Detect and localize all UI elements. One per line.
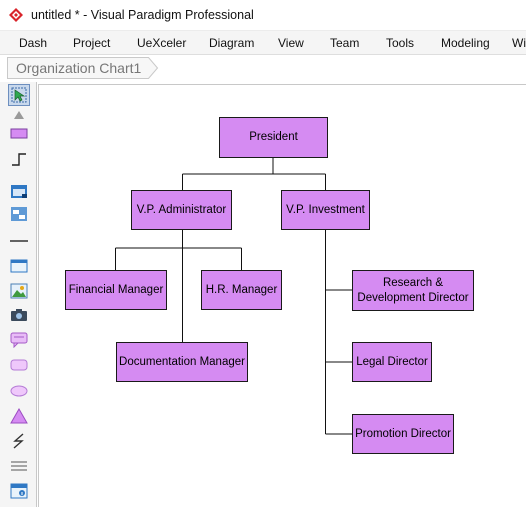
- menu-bar: Dash Project UeXceler Diagram View Team …: [0, 31, 526, 55]
- image-icon[interactable]: [8, 280, 30, 302]
- selector-tool-icon[interactable]: [8, 84, 30, 106]
- menu-uexceler[interactable]: UeXceler: [137, 36, 186, 50]
- callout-icon[interactable]: [8, 329, 30, 351]
- menu-dash[interactable]: Dash: [19, 36, 47, 50]
- triangle-icon[interactable]: [8, 405, 30, 427]
- info-panel-icon[interactable]: [8, 480, 30, 502]
- rectangle-icon[interactable]: [8, 122, 30, 144]
- text-lines-icon[interactable]: [8, 455, 30, 477]
- camera-icon[interactable]: [8, 304, 30, 326]
- line-icon[interactable]: [8, 230, 30, 252]
- node-research-development-director[interactable]: Research & Development Director: [352, 270, 474, 311]
- window-icon[interactable]: [8, 255, 30, 277]
- breadcrumb-bar: Organization Chart1: [0, 55, 526, 82]
- menu-window[interactable]: Wi: [512, 36, 526, 50]
- menu-diagram[interactable]: Diagram: [209, 36, 254, 50]
- menu-team[interactable]: Team: [330, 36, 359, 50]
- node-legal-director[interactable]: Legal Director: [352, 342, 432, 382]
- node-documentation-manager[interactable]: Documentation Manager: [116, 342, 248, 382]
- menu-tools[interactable]: Tools: [386, 36, 414, 50]
- window-title: untitled * - Visual Paradigm Professiona…: [31, 8, 254, 22]
- node-hr-manager[interactable]: H.R. Manager: [201, 270, 282, 310]
- ellipse-icon[interactable]: [8, 380, 30, 402]
- node-vp-investment[interactable]: V.P. Investment: [281, 190, 370, 230]
- lightning-icon[interactable]: [8, 430, 30, 452]
- folder-icon[interactable]: [8, 180, 30, 202]
- group-icon[interactable]: [8, 203, 30, 225]
- menu-modeling[interactable]: Modeling: [441, 36, 490, 50]
- menu-project[interactable]: Project: [73, 36, 110, 50]
- node-financial-manager[interactable]: Financial Manager: [65, 270, 167, 310]
- node-president[interactable]: President: [219, 117, 328, 158]
- breadcrumb-label: Organization Chart1: [16, 60, 142, 76]
- diagram-toolbox: [0, 82, 37, 507]
- title-bar: untitled * - Visual Paradigm Professiona…: [0, 0, 526, 31]
- node-promotion-director[interactable]: Promotion Director: [352, 414, 454, 454]
- connector-icon[interactable]: [8, 148, 30, 170]
- visual-paradigm-logo-icon: [9, 8, 23, 22]
- node-vp-administrator[interactable]: V.P. Administrator: [131, 190, 232, 230]
- rounded-rectangle-icon[interactable]: [8, 354, 30, 376]
- menu-view[interactable]: View: [278, 36, 304, 50]
- diagram-canvas[interactable]: President V.P. Administrator V.P. Invest…: [38, 84, 526, 507]
